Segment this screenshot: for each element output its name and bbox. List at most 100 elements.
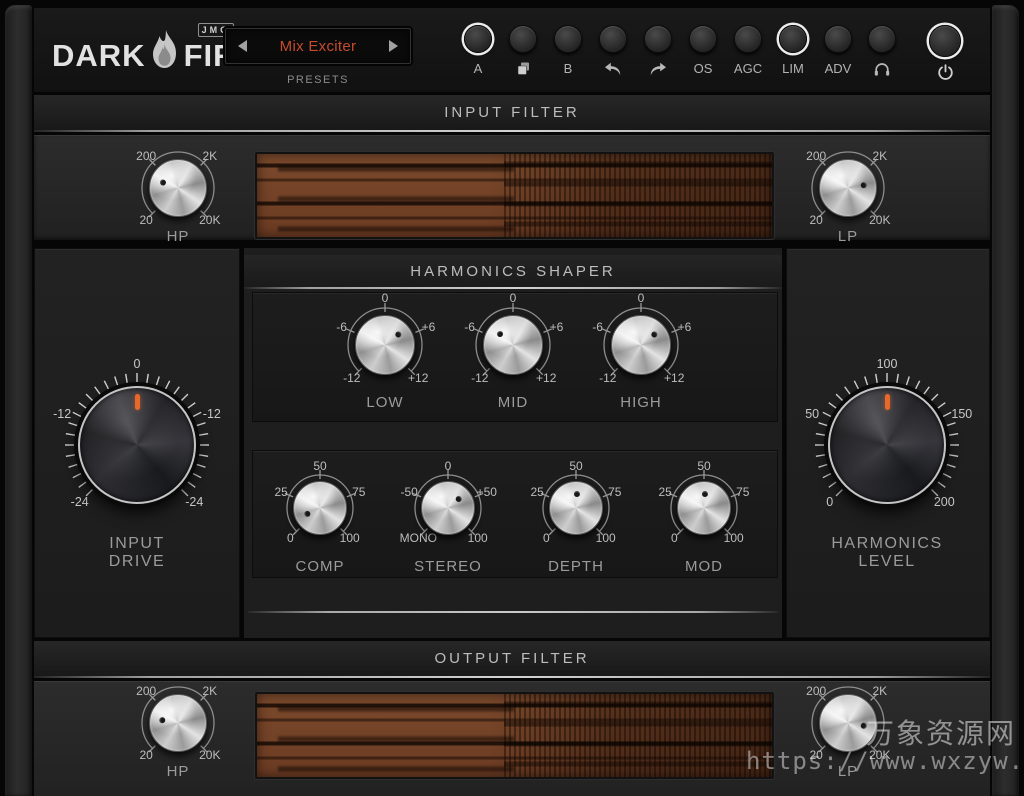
preset-selector[interactable]: Mix Exciter [225, 28, 411, 64]
knob-scale-label: 50 [697, 459, 710, 473]
preset-prev-button[interactable] [238, 40, 247, 52]
level-knob[interactable] [828, 386, 946, 504]
knob-indicator-dot [159, 179, 167, 187]
knob-pointer [135, 394, 140, 410]
agc-button-face[interactable] [734, 25, 762, 53]
knob-scale-label: 100 [877, 357, 898, 371]
a-button[interactable]: A [454, 25, 502, 77]
b-button-face[interactable] [554, 25, 582, 53]
stereo-knob[interactable] [421, 481, 475, 535]
knob-indicator-dot [650, 330, 658, 338]
knob-scale-label: 200 [806, 149, 826, 163]
knob-scale-label: 2K [202, 149, 217, 163]
agc-button[interactable]: AGC [724, 25, 772, 77]
adv-button[interactable]: ADV [814, 25, 862, 77]
b-button[interactable]: B [544, 25, 592, 77]
knob-scale-label: -6 [464, 320, 475, 334]
redo-button-face[interactable] [644, 25, 672, 53]
knob-indicator-dot [394, 330, 402, 338]
knob-scale-label: +6 [550, 320, 564, 334]
phones-button-face[interactable] [868, 25, 896, 53]
knob-indicator-dot [496, 330, 504, 338]
a-button-face[interactable] [464, 25, 492, 53]
redo-button[interactable] [634, 25, 682, 77]
knob-scale-label: 75 [608, 485, 621, 499]
input-lp-knob[interactable] [819, 159, 877, 217]
display-texture [278, 154, 515, 237]
mid-knob-unit: -12-60+6+12MID [443, 275, 583, 415]
knob-scale-label: 100 [724, 531, 744, 545]
knob-indicator-layer [80, 388, 194, 502]
os-button-label: OS [679, 60, 727, 77]
knob-scale-label: 0 [638, 291, 645, 305]
lim-button-face[interactable] [779, 25, 807, 53]
low-knob[interactable] [355, 315, 415, 375]
adv-button-face[interactable] [824, 25, 852, 53]
knob-scale-label: 0 [134, 357, 141, 371]
knob-indicator-layer [830, 388, 944, 502]
output-hp-knob[interactable] [149, 694, 207, 752]
undo-button-face[interactable] [599, 25, 627, 53]
drive-knob-unit: -24-120-12-24INPUTDRIVE [19, 327, 255, 563]
knob-scale-label: 100 [468, 531, 488, 545]
knob-scale-label: -12 [343, 371, 360, 385]
knob-indicator-dot [454, 495, 462, 503]
power-button-face[interactable] [929, 25, 961, 57]
knob-scale-label: 0 [445, 459, 452, 473]
knob-scale-label: 25 [659, 485, 672, 499]
input-lp-knob-unit: 202002K20KLP [783, 123, 913, 253]
depth-knob-label: DEPTH [548, 558, 604, 575]
copy-button-face[interactable] [509, 25, 537, 53]
knob-scale-label: 0 [826, 495, 833, 509]
os-button[interactable]: OS [679, 25, 727, 77]
knob-scale-label: 0 [287, 531, 294, 545]
copy-icon [499, 60, 547, 77]
depth-knob[interactable] [549, 481, 603, 535]
high-knob-unit: -12-60+6+12HIGH [571, 275, 711, 415]
knob-scale-label: 20 [139, 748, 152, 762]
mid-knob[interactable] [483, 315, 543, 375]
power-button[interactable] [921, 25, 969, 81]
divider-line [248, 611, 778, 613]
knob-scale-label: 2K [872, 149, 887, 163]
mod-knob[interactable] [677, 481, 731, 535]
high-knob[interactable] [611, 315, 671, 375]
headphones-icon [858, 60, 906, 77]
level-knob-unit: 050100150200HARMONICSLEVEL [769, 327, 1005, 563]
display-texture [278, 694, 515, 777]
knob-scale-label: 50 [805, 407, 819, 421]
lim-button[interactable]: LIM [769, 25, 817, 77]
display-texture [504, 154, 772, 237]
phones-button[interactable] [858, 25, 906, 77]
os-button-face[interactable] [689, 25, 717, 53]
knob-scale-label: 200 [934, 495, 955, 509]
knob-indicator-dot [574, 491, 580, 497]
low-knob-unit: -12-60+6+12LOW [315, 275, 455, 415]
knob-scale-label: +12 [664, 371, 684, 385]
preset-name[interactable]: Mix Exciter [280, 38, 357, 55]
undo-icon [589, 60, 637, 77]
knob-scale-label: -24 [185, 495, 203, 509]
input-hp-knob[interactable] [149, 159, 207, 217]
display-texture [504, 694, 772, 777]
mod-knob-label: MOD [685, 558, 723, 575]
preset-next-button[interactable] [389, 40, 398, 52]
agc-button-label: AGC [724, 60, 772, 77]
knob-scale-label: +50 [477, 485, 497, 499]
knob-scale-label: 20K [199, 213, 220, 227]
knob-scale-label: +12 [408, 371, 428, 385]
comp-knob[interactable] [293, 481, 347, 535]
knob-indicator-dot [159, 717, 166, 724]
undo-button[interactable] [589, 25, 637, 77]
knob-scale-label: 50 [313, 459, 326, 473]
b-button-label: B [544, 60, 592, 77]
drive-knob[interactable] [78, 386, 196, 504]
copy-button[interactable] [499, 25, 547, 77]
power-icon [921, 64, 969, 81]
flame-icon [147, 29, 183, 75]
knob-scale-label: 2K [872, 684, 887, 698]
knob-scale-label: 0 [510, 291, 517, 305]
knob-scale-label: 20K [869, 213, 890, 227]
knob-scale-label: 150 [951, 407, 972, 421]
knob-scale-label: 50 [569, 459, 582, 473]
